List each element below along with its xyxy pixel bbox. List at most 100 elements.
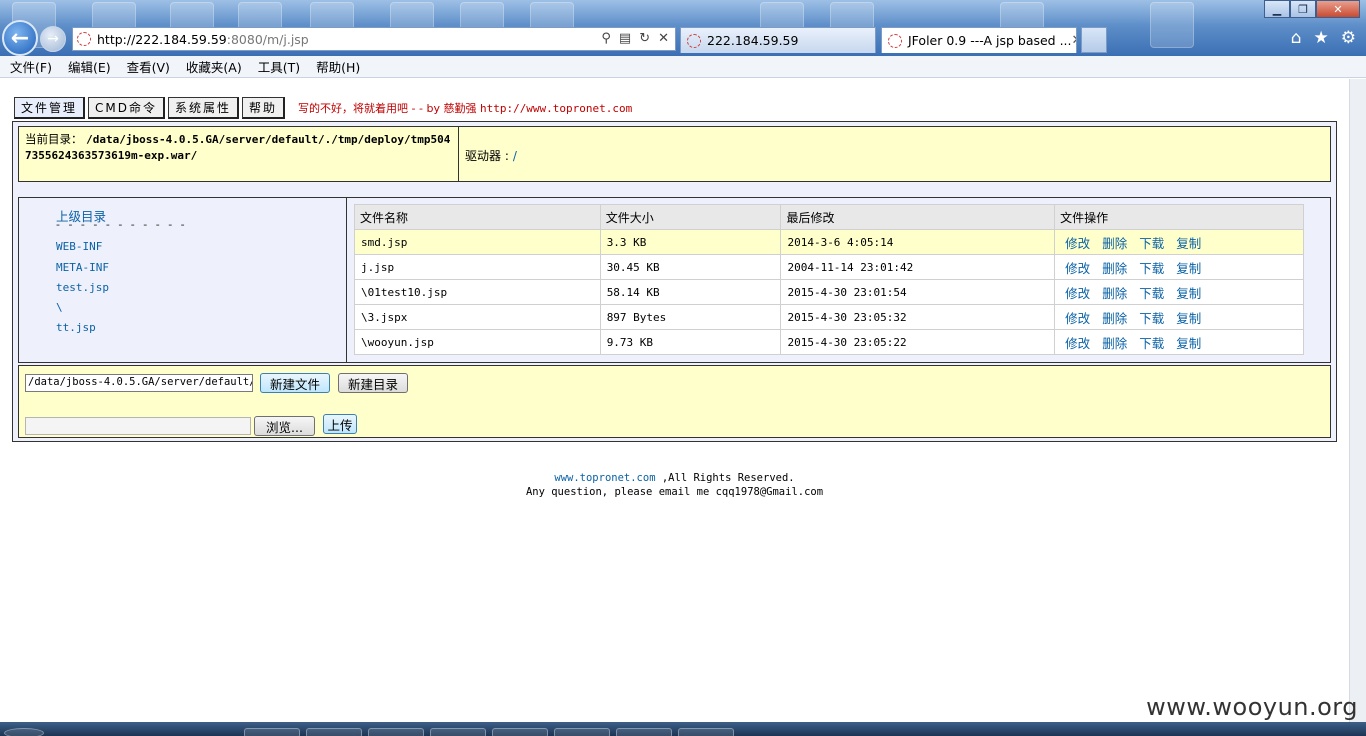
start-button[interactable]	[4, 728, 44, 736]
page-footer: www.topronet.com ,All Rights Reserved. A…	[0, 471, 1349, 499]
menu-bar: 文件(F) 编辑(E) 查看(V) 收藏夹(A) 工具(T) 帮助(H)	[0, 56, 1366, 78]
window-controls: ▁ ❐ ✕	[1264, 0, 1360, 18]
search-icon[interactable]: ⚲	[601, 31, 611, 46]
address-url[interactable]: http://222.184.59.59:8080/m/j.jsp	[97, 32, 309, 47]
menu-tools[interactable]: 工具(T)	[258, 57, 300, 76]
copy-link[interactable]: 复制	[1172, 261, 1201, 276]
gear-icon[interactable]: ⚙	[1341, 28, 1356, 48]
taskbar-item[interactable]	[492, 728, 548, 736]
file-size: 58.14 KB	[599, 279, 782, 305]
copy-link[interactable]: 复制	[1172, 311, 1201, 326]
drive-root-link[interactable]: /	[513, 149, 517, 163]
taskbar-item[interactable]	[368, 728, 424, 736]
edit-link[interactable]: 修改	[1061, 311, 1090, 326]
home-icon[interactable]: ⌂	[1291, 28, 1302, 48]
taskbar-item[interactable]	[678, 728, 734, 736]
browser-tab[interactable]: 222.184.59.59	[680, 27, 876, 53]
footer-link[interactable]: www.topronet.com	[554, 472, 655, 484]
delete-link[interactable]: 删除	[1098, 336, 1127, 351]
nav-cmd-button[interactable]: CMD命令	[88, 97, 165, 119]
taskbar-thumbnail	[1150, 2, 1194, 48]
download-link[interactable]: 下载	[1135, 311, 1164, 326]
delete-link[interactable]: 删除	[1098, 236, 1127, 251]
sidebar-folder-web-inf[interactable]: WEB-INF	[56, 240, 102, 253]
edit-link[interactable]: 修改	[1061, 336, 1090, 351]
sidebar-folder-backslash[interactable]: \	[56, 301, 63, 314]
compat-view-icon[interactable]: ▤	[619, 31, 631, 46]
column-header-actions: 文件操作	[1054, 204, 1304, 230]
new-directory-button[interactable]: 新建目录	[338, 373, 408, 393]
browser-toolbar-icons: ⌂ ★ ⚙	[1291, 28, 1356, 48]
drive-selector: 驱动器 : /	[459, 127, 523, 181]
edit-link[interactable]: 修改	[1061, 261, 1090, 276]
page-favicon-icon	[687, 33, 701, 48]
copy-link[interactable]: 复制	[1172, 336, 1201, 351]
browse-button[interactable]: 浏览...	[254, 416, 315, 436]
file-actions: 修改 删除 下载 复制	[1054, 279, 1304, 305]
delete-link[interactable]: 删除	[1098, 286, 1127, 301]
menu-edit[interactable]: 编辑(E)	[68, 57, 111, 76]
target-path-input[interactable]: /data/jboss-4.0.5.GA/server/default/./tm…	[25, 374, 253, 392]
taskbar-item[interactable]	[554, 728, 610, 736]
footer-rights-line: www.topronet.com ,All Rights Reserved.	[554, 472, 795, 484]
delete-link[interactable]: 删除	[1098, 261, 1127, 276]
current-directory-label: 当前目录：	[25, 132, 83, 146]
upload-file-input[interactable]	[25, 417, 251, 435]
nav-help-button[interactable]: 帮助	[242, 97, 286, 119]
delete-link[interactable]: 删除	[1098, 311, 1127, 326]
nav-file-manager-button[interactable]: 文件管理	[14, 97, 86, 119]
favorites-star-icon[interactable]: ★	[1314, 28, 1329, 48]
menu-view[interactable]: 查看(V)	[127, 57, 170, 76]
drive-label: 驱动器 :	[465, 149, 509, 163]
maximize-button[interactable]: ❐	[1290, 0, 1316, 18]
footer-contact: Any question, please email me cqq1978@Gm…	[525, 486, 824, 498]
download-link[interactable]: 下载	[1135, 261, 1164, 276]
directory-sidebar: 上级目录 - - - - - - - - - - - WEB-INF META-…	[19, 198, 347, 362]
copy-link[interactable]: 复制	[1172, 236, 1201, 251]
taskbar-item[interactable]	[616, 728, 672, 736]
file-name: \wooyun.jsp	[354, 329, 601, 355]
table-row: \01test10.jsp 58.14 KB 2015-4-30 23:01:5…	[354, 279, 1304, 305]
taskbar-item[interactable]	[430, 728, 486, 736]
upload-button[interactable]: 上传	[323, 414, 357, 434]
edit-link[interactable]: 修改	[1061, 286, 1090, 301]
download-link[interactable]: 下载	[1135, 236, 1164, 251]
new-tab-button[interactable]	[1081, 27, 1107, 53]
back-button[interactable]: ←	[2, 20, 38, 56]
close-window-button[interactable]: ✕	[1316, 0, 1360, 18]
file-size: 9.73 KB	[599, 329, 782, 355]
minimize-button[interactable]: ▁	[1264, 0, 1290, 18]
address-bar-icons: ⚲ ▤ ↻ ✕	[601, 31, 669, 46]
arrow-left-icon: ←	[10, 25, 30, 51]
menu-file[interactable]: 文件(F)	[10, 57, 52, 76]
download-link[interactable]: 下载	[1135, 336, 1164, 351]
browser-tab-active[interactable]: JFoler 0.9 ---A jsp based ... ✕	[881, 27, 1077, 53]
jfoler-nav: 文件管理 CMD命令 系统属性 帮助 写的不好，将就着用吧 - - by 慈勤强…	[14, 97, 632, 119]
nav-system-properties-button[interactable]: 系统属性	[168, 97, 240, 119]
file-modified: 2015-4-30 23:01:54	[780, 279, 1056, 305]
table-row: \wooyun.jsp 9.73 KB 2015-4-30 23:05:22 修…	[354, 329, 1304, 355]
menu-favorites[interactable]: 收藏夹(A)	[186, 57, 242, 76]
arrow-right-icon: →	[47, 31, 59, 47]
sidebar-folder-tt-jsp[interactable]: tt.jsp	[56, 321, 96, 334]
slogan-url: http://www.topronet.com	[479, 102, 633, 115]
address-bar[interactable]: http://222.184.59.59:8080/m/j.jsp ⚲ ▤ ↻ …	[72, 27, 676, 51]
forward-button[interactable]: →	[40, 26, 66, 52]
sidebar-folder-meta-inf[interactable]: META-INF	[56, 261, 109, 274]
current-directory: 当前目录： /data/jboss-4.0.5.GA/server/defaul…	[19, 127, 459, 181]
menu-help[interactable]: 帮助(H)	[316, 57, 360, 76]
edit-link[interactable]: 修改	[1061, 236, 1090, 251]
stop-icon[interactable]: ✕	[658, 31, 669, 46]
file-size: 897 Bytes	[599, 304, 782, 330]
taskbar-item[interactable]	[244, 728, 300, 736]
copy-link[interactable]: 复制	[1172, 286, 1201, 301]
sidebar-folder-test-jsp[interactable]: test.jsp	[56, 281, 109, 294]
vertical-scrollbar[interactable]	[1349, 79, 1366, 722]
new-file-button[interactable]: 新建文件	[260, 373, 330, 393]
close-tab-icon[interactable]: ✕	[1072, 33, 1076, 48]
divider: - - - - - - - - - - -	[56, 218, 188, 231]
file-table: 文件名称 文件大小 最后修改 文件操作 smd.jsp 3.3 KB 2014-…	[354, 204, 1304, 355]
taskbar-item[interactable]	[306, 728, 362, 736]
download-link[interactable]: 下载	[1135, 286, 1164, 301]
refresh-icon[interactable]: ↻	[639, 31, 650, 46]
